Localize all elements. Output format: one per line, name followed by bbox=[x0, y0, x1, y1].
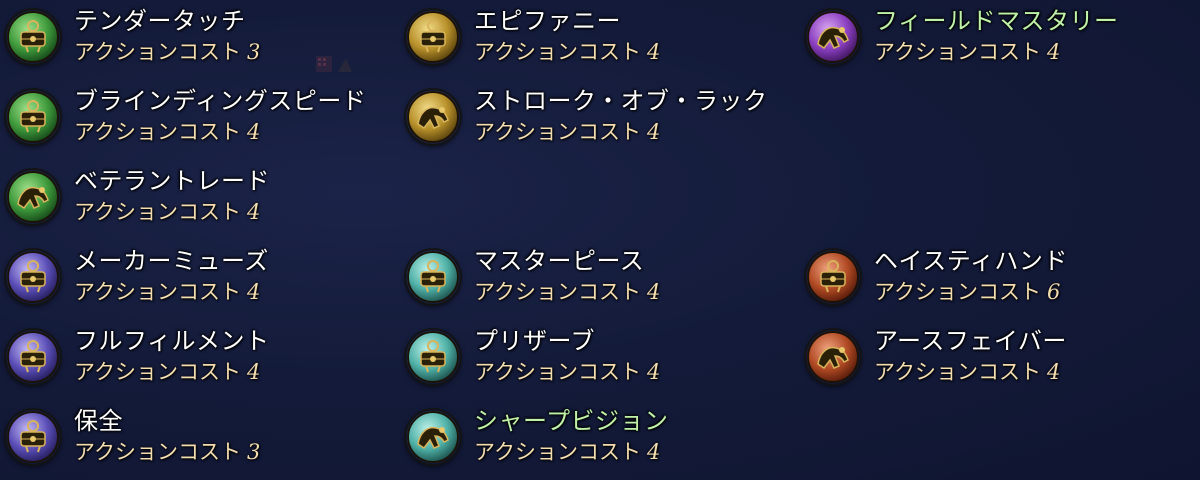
action-cost: アクションコスト 4 bbox=[74, 118, 260, 146]
action-name: フルフィルメント bbox=[74, 327, 270, 355]
action-name: ヘイスティハンド bbox=[874, 247, 1068, 275]
action-cost: アクションコスト 4 bbox=[74, 358, 260, 386]
action-name: エピファニー bbox=[474, 7, 621, 35]
action-cost-value: 4 bbox=[1046, 40, 1061, 64]
action-slot: エピファニーアクションコスト 4 bbox=[400, 0, 800, 80]
crafter-action-grid: テンダータッチ アクションコスト 3 ブラインディングスピード アクションコスト 4 ベテラ… bbox=[0, 0, 1200, 480]
action-cost-label: アクションコスト bbox=[874, 360, 1041, 384]
action-slot: メーカーミューズ アクションコスト 4 bbox=[0, 240, 400, 320]
action-name: マスターピース bbox=[474, 247, 645, 275]
action-cost-label: アクションコスト bbox=[74, 40, 241, 64]
action-cost: アクションコスト 4 bbox=[474, 278, 660, 306]
action-cost-value: 4 bbox=[646, 40, 661, 64]
green-crafter-action-icon[interactable] bbox=[6, 10, 60, 64]
action-cost-label: アクションコスト bbox=[474, 40, 641, 64]
action-cost-label: アクションコスト bbox=[474, 440, 641, 464]
gold-crafter-hand-icon[interactable] bbox=[406, 90, 460, 144]
action-cost-label: アクションコスト bbox=[474, 280, 641, 304]
action-cost: アクションコスト 3 bbox=[74, 438, 260, 466]
action-slot: ヘイスティハンド アクションコスト 6 bbox=[800, 240, 1200, 320]
action-cost: アクションコスト 4 bbox=[474, 38, 660, 66]
action-cost-label: アクションコスト bbox=[74, 440, 241, 464]
action-cost: アクションコスト 4 bbox=[474, 438, 660, 466]
violet-crafter-hand-icon[interactable] bbox=[806, 10, 860, 64]
purple-crafter-action-icon[interactable] bbox=[6, 410, 60, 464]
action-item[interactable]: エピファニーアクションコスト 4 bbox=[400, 0, 800, 80]
action-name: シャープビジョン bbox=[474, 407, 669, 435]
action-name: プリザーブ bbox=[474, 327, 596, 355]
action-cost-value: 6 bbox=[1046, 280, 1061, 304]
action-cost-value: 4 bbox=[646, 440, 661, 464]
action-name: ストローク・オブ・ラック bbox=[474, 87, 768, 115]
action-name: メーカーミューズ bbox=[74, 247, 269, 275]
action-cost-label: アクションコスト bbox=[74, 200, 241, 224]
action-slot: フィールドマスタリー アクションコスト 4 bbox=[800, 0, 1200, 80]
action-cost-label: アクションコスト bbox=[74, 360, 241, 384]
action-item[interactable]: シャープビジョン アクションコスト 4 bbox=[400, 400, 800, 480]
action-slot: シャープビジョン アクションコスト 4 bbox=[400, 400, 800, 480]
action-cost-value: 4 bbox=[646, 280, 661, 304]
action-item[interactable]: ヘイスティハンド アクションコスト 6 bbox=[800, 240, 1200, 320]
action-item[interactable]: ストローク・オブ・ラック アクションコスト 4 bbox=[400, 80, 800, 160]
action-cost: アクションコスト 4 bbox=[74, 278, 260, 306]
gold-crafter-action-icon[interactable] bbox=[406, 10, 460, 64]
action-item[interactable]: プリザーブアクションコスト 4 bbox=[400, 320, 800, 400]
action-cost-value: 4 bbox=[246, 200, 261, 224]
action-item[interactable]: フィールドマスタリー アクションコスト 4 bbox=[800, 0, 1200, 80]
green-crafter-action-icon[interactable] bbox=[6, 90, 60, 144]
red-crafter-action-icon[interactable] bbox=[806, 250, 860, 304]
action-cost: アクションコスト 4 bbox=[874, 358, 1060, 386]
action-item[interactable]: 保全アクションコスト 3 bbox=[0, 400, 400, 480]
action-cost: アクションコスト 4 bbox=[474, 118, 660, 146]
action-cost-label: アクションコスト bbox=[474, 120, 641, 144]
action-item[interactable]: ベテラントレード アクションコスト 4 bbox=[0, 160, 400, 240]
action-slot: 保全アクションコスト 3 bbox=[0, 400, 400, 480]
action-cost: アクションコスト 4 bbox=[874, 38, 1060, 66]
purple-crafter-action-icon[interactable] bbox=[6, 250, 60, 304]
action-cost-value: 3 bbox=[246, 40, 261, 64]
action-slot: フルフィルメント アクションコスト 4 bbox=[0, 320, 400, 400]
action-slot: ストローク・オブ・ラック アクションコスト 4 bbox=[400, 80, 800, 160]
teal-crafter-action-icon[interactable] bbox=[406, 330, 460, 384]
action-cost-value: 4 bbox=[246, 120, 261, 144]
action-cost-value: 4 bbox=[646, 120, 661, 144]
action-item[interactable]: マスターピース アクションコスト 4 bbox=[400, 240, 800, 320]
action-name: ベテラントレード bbox=[74, 167, 270, 195]
action-name: アースフェイバー bbox=[874, 327, 1067, 355]
action-cost-label: アクションコスト bbox=[874, 40, 1041, 64]
action-cost-value: 4 bbox=[246, 360, 261, 384]
action-cost-label: アクションコスト bbox=[474, 360, 641, 384]
action-name: フィールドマスタリー bbox=[874, 7, 1119, 35]
action-name: 保全 bbox=[74, 407, 123, 435]
action-slot: アースフェイバー アクションコスト 4 bbox=[800, 320, 1200, 400]
faint-background-emblem bbox=[316, 56, 352, 72]
teal-crafter-hand-icon[interactable] bbox=[406, 410, 460, 464]
action-item[interactable]: フルフィルメント アクションコスト 4 bbox=[0, 320, 400, 400]
action-item[interactable]: ブラインディングスピード アクションコスト 4 bbox=[0, 80, 400, 160]
action-slot: マスターピース アクションコスト 4 bbox=[400, 240, 800, 320]
action-name: ブラインディングスピード bbox=[74, 87, 367, 115]
action-cost-label: アクションコスト bbox=[874, 280, 1041, 304]
action-cost-value: 3 bbox=[246, 440, 261, 464]
action-cost: アクションコスト 6 bbox=[874, 278, 1060, 306]
action-slot: プリザーブアクションコスト 4 bbox=[400, 320, 800, 400]
action-cost-label: アクションコスト bbox=[74, 280, 241, 304]
purple-crafter-action-icon[interactable] bbox=[6, 330, 60, 384]
action-cost: アクションコスト 3 bbox=[74, 38, 260, 66]
red-crafter-hand-icon[interactable] bbox=[806, 330, 860, 384]
green-crafter-hand-icon[interactable] bbox=[6, 170, 60, 224]
action-cost: アクションコスト 4 bbox=[474, 358, 660, 386]
action-cost: アクションコスト 4 bbox=[74, 198, 260, 226]
action-slot: ベテラントレード アクションコスト 4 bbox=[0, 160, 400, 240]
teal-crafter-action-icon[interactable] bbox=[406, 250, 460, 304]
action-name: テンダータッチ bbox=[74, 7, 246, 35]
action-item[interactable]: アースフェイバー アクションコスト 4 bbox=[800, 320, 1200, 400]
action-cost-value: 4 bbox=[246, 280, 261, 304]
action-item[interactable]: メーカーミューズ アクションコスト 4 bbox=[0, 240, 400, 320]
action-cost-value: 4 bbox=[1046, 360, 1061, 384]
action-slot: ブラインディングスピード アクションコスト 4 bbox=[0, 80, 400, 160]
action-cost-value: 4 bbox=[646, 360, 661, 384]
action-cost-label: アクションコスト bbox=[74, 120, 241, 144]
